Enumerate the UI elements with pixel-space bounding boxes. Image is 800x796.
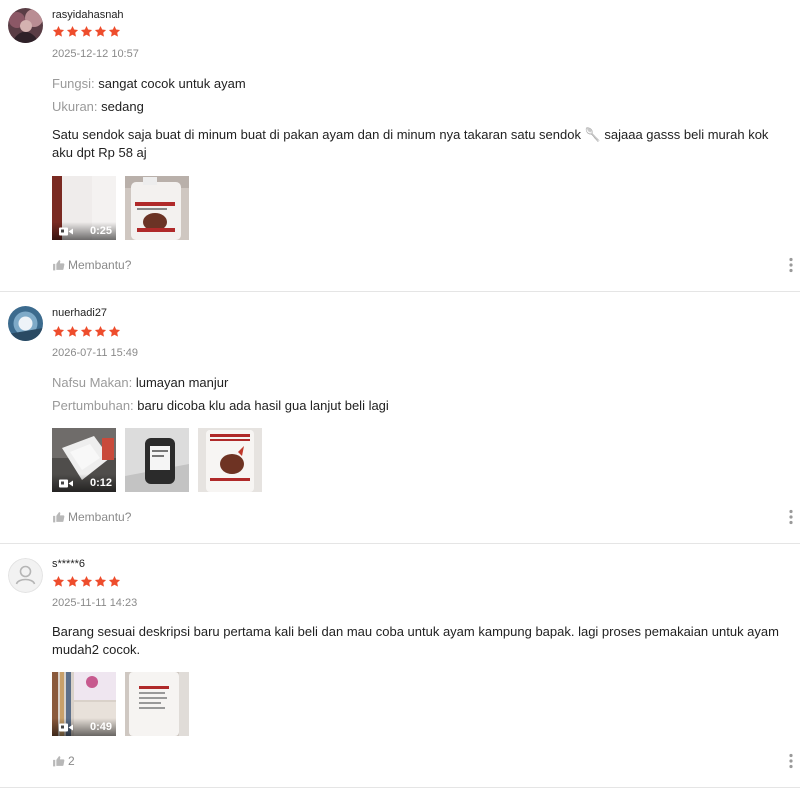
star-rating	[52, 25, 121, 38]
star-icon	[108, 25, 121, 38]
star-icon	[66, 25, 79, 38]
photo-thumbnail[interactable]	[125, 428, 189, 492]
review-attribute: Ukuran: sedang	[52, 99, 144, 114]
star-icon	[80, 325, 93, 338]
attribute-value: sedang	[101, 99, 144, 114]
video-camera-icon	[59, 227, 73, 236]
review-text: Satu sendok saja buat di minum buat di p…	[52, 127, 769, 160]
photo-thumbnail[interactable]	[198, 428, 262, 492]
star-icon	[52, 25, 65, 38]
star-icon	[52, 325, 65, 338]
review-media: 0:12	[52, 428, 262, 492]
star-rating	[52, 325, 121, 338]
divider	[0, 787, 800, 788]
star-icon	[52, 575, 65, 588]
review-text: Barang sesuai deskripsi baru pertama kal…	[52, 624, 779, 657]
helpful-count: 2	[68, 754, 75, 768]
more-options-icon[interactable]	[787, 509, 795, 525]
review-media: 0:49	[52, 672, 189, 736]
video-thumbnail[interactable]: 0:49	[52, 672, 116, 736]
avatar[interactable]	[8, 558, 43, 593]
video-camera-icon	[59, 723, 73, 732]
review-item: s*****6 2025-11-11 14:23 Barang sesuai d…	[0, 544, 800, 788]
attribute-key: Ukuran:	[52, 99, 98, 114]
review-media: 0:25	[52, 176, 189, 240]
thumbs-up-icon	[52, 755, 65, 767]
helpful-button[interactable]: 2	[52, 754, 75, 768]
more-options-icon[interactable]	[787, 753, 795, 769]
thumbs-up-icon	[52, 511, 65, 523]
thumbs-up-icon	[52, 259, 65, 271]
helpful-label: Membantu?	[68, 258, 132, 272]
avatar[interactable]	[8, 306, 43, 341]
review-date: 2025-11-11 14:23	[52, 597, 138, 609]
review-item: rasyidahasnah 2025-12-12 10:57 Fungsi: s…	[0, 0, 800, 292]
review-date: 2026-07-11 15:49	[52, 347, 139, 359]
star-icon	[108, 575, 121, 588]
star-icon	[94, 575, 107, 588]
attribute-key: Nafsu Makan:	[52, 375, 133, 390]
attribute-value: baru dicoba klu ada hasil gua lanjut bel…	[137, 398, 389, 413]
star-icon	[80, 575, 93, 588]
attribute-value: lumayan manjur	[135, 375, 229, 390]
review-date: 2025-12-12 10:57	[52, 48, 139, 60]
video-duration: 0:25	[89, 225, 112, 237]
star-icon	[66, 325, 79, 338]
star-icon	[108, 325, 121, 338]
review-attribute: Pertumbuhan: baru dicoba klu ada hasil g…	[52, 398, 389, 413]
attribute-key: Fungsi:	[52, 76, 95, 91]
video-camera-icon	[59, 479, 73, 488]
reviewer-username: nuerhadi27	[52, 307, 108, 319]
video-thumbnail[interactable]: 0:25	[52, 176, 116, 240]
video-duration: 0:49	[89, 721, 112, 733]
avatar[interactable]	[8, 8, 43, 43]
helpful-button[interactable]: Membantu?	[52, 258, 131, 272]
attribute-key: Pertumbuhan:	[52, 398, 134, 413]
reviewer-username: rasyidahasnah	[52, 9, 124, 21]
star-icon	[66, 575, 79, 588]
star-icon	[94, 325, 107, 338]
reviewer-username: s*****6	[52, 558, 86, 570]
photo-thumbnail[interactable]	[125, 176, 189, 240]
attribute-value: sangat cocok untuk ayam	[98, 76, 246, 91]
review-item: nuerhadi27 2026-07-11 15:49 Nafsu Makan:…	[0, 292, 800, 544]
review-attribute: Fungsi: sangat cocok untuk ayam	[52, 76, 246, 91]
star-icon	[94, 25, 107, 38]
star-rating	[52, 575, 121, 588]
helpful-label: Membantu?	[68, 510, 132, 524]
more-options-icon[interactable]	[787, 257, 795, 273]
star-icon	[80, 25, 93, 38]
photo-thumbnail[interactable]	[125, 672, 189, 736]
helpful-button[interactable]: Membantu?	[52, 510, 131, 524]
video-duration: 0:12	[89, 477, 112, 489]
video-thumbnail[interactable]: 0:12	[52, 428, 116, 492]
review-attribute: Nafsu Makan: lumayan manjur	[52, 375, 228, 390]
